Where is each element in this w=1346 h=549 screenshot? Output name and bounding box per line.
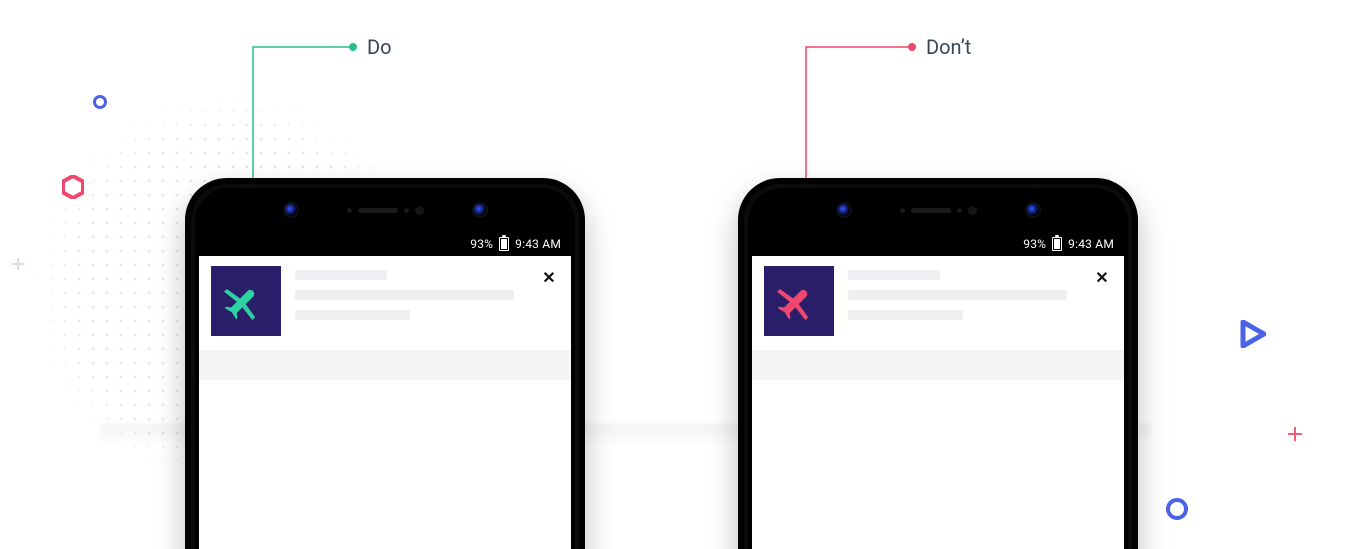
- notification-action-row: [752, 350, 1124, 380]
- notification-text-placeholder: [295, 266, 525, 330]
- hexagon-decoration: [62, 175, 84, 199]
- notification-close-button[interactable]: ✕: [1092, 266, 1112, 287]
- do-callout-label: Do: [367, 35, 392, 59]
- phone-sensor-bar: [185, 200, 585, 220]
- notification-text-placeholder: [848, 266, 1078, 330]
- status-clock-text: 9:43 AM: [515, 237, 561, 251]
- plus-decoration-left: [12, 258, 24, 270]
- sensor-cluster: [347, 206, 424, 215]
- front-camera-icon: [1027, 204, 1039, 216]
- ring-decoration-bottom: [1166, 498, 1188, 520]
- airplane-icon: [222, 277, 270, 325]
- battery-icon: [1052, 237, 1062, 251]
- front-camera-icon: [838, 204, 850, 216]
- dont-callout-dot: [908, 43, 916, 51]
- plus-decoration-right: [1288, 427, 1302, 441]
- airplane-icon: [775, 277, 823, 325]
- android-status-bar: 93% 9:43 AM: [752, 232, 1124, 256]
- phone-screen: 93% 9:43 AM ✕: [752, 232, 1124, 549]
- android-status-bar: 93% 9:43 AM: [199, 232, 571, 256]
- notification-app-icon: [764, 266, 834, 336]
- battery-percent-text: 93%: [1023, 237, 1046, 251]
- small-ring-decoration: [93, 95, 107, 109]
- front-camera-icon: [474, 204, 486, 216]
- front-camera-icon: [285, 204, 297, 216]
- notification-app-icon: [211, 266, 281, 336]
- battery-icon: [499, 237, 509, 251]
- do-phone-mockup: 93% 9:43 AM ✕: [185, 178, 585, 549]
- sensor-cluster: [900, 206, 977, 215]
- status-clock-text: 9:43 AM: [1068, 237, 1114, 251]
- notification-action-row: [199, 350, 571, 380]
- notification-card: ✕: [752, 256, 1124, 380]
- phone-screen: 93% 9:43 AM ✕: [199, 232, 571, 549]
- phone-sensor-bar: [738, 200, 1138, 220]
- notification-card: ✕: [199, 256, 571, 380]
- do-callout-dot: [349, 43, 357, 51]
- battery-percent-text: 93%: [470, 237, 493, 251]
- notification-close-button[interactable]: ✕: [539, 266, 559, 287]
- dont-phone-mockup: 93% 9:43 AM ✕: [738, 178, 1138, 549]
- play-triangle-decoration: [1240, 320, 1266, 348]
- dont-callout-label: Don’t: [926, 35, 971, 59]
- diagram-stage: Do Don’t 93% 9:43 AM: [0, 0, 1346, 549]
